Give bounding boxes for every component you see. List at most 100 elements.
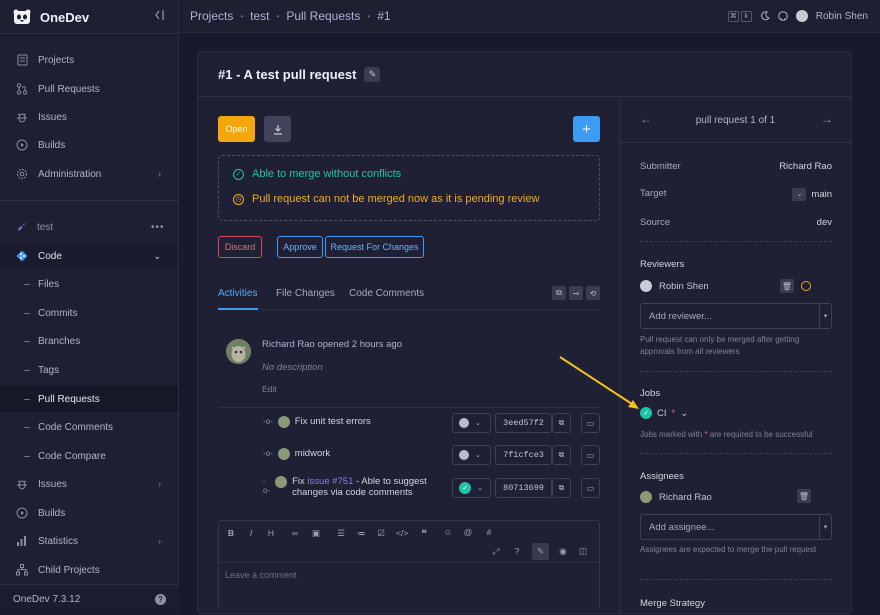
open-status-button[interactable]: Open: [218, 116, 255, 142]
sidebar-item-administration[interactable]: Administration ›: [0, 161, 178, 187]
approve-button[interactable]: Approve: [277, 236, 323, 258]
sidebar-item-project-builds[interactable]: Builds: [0, 500, 178, 526]
help-icon[interactable]: ?: [155, 594, 166, 605]
command-palette-shortcut[interactable]: ⌘ k: [727, 10, 752, 22]
breadcrumb-projects[interactable]: Projects: [190, 9, 233, 23]
issue-link[interactable]: issue #751: [307, 476, 353, 487]
edit-description-link[interactable]: Edit: [262, 384, 277, 394]
sidebar-item-label: Projects: [38, 54, 75, 66]
sidebar-item-tags[interactable]: Tags: [0, 357, 178, 383]
comment-input[interactable]: Leave a comment: [225, 570, 297, 580]
user-name[interactable]: Robin Shen: [816, 11, 868, 22]
breadcrumb-pull-requests[interactable]: Pull Requests: [286, 9, 360, 23]
sidebar-item-label: Commits: [38, 307, 78, 319]
italic-icon[interactable]: I: [245, 528, 257, 538]
fullscreen-icon[interactable]: ⤢: [490, 546, 502, 557]
preview-icon[interactable]: ◉: [557, 546, 569, 557]
reference-icon[interactable]: #: [483, 527, 495, 537]
tab-file-changes[interactable]: File Changes: [276, 288, 335, 299]
browse-code-button[interactable]: ▭: [581, 478, 600, 498]
assignee-name[interactable]: Richard Rao: [659, 492, 712, 503]
help-icon[interactable]: ?: [511, 546, 523, 556]
sidebar-item-statistics[interactable]: Statistics ›: [0, 528, 178, 554]
commit-message[interactable]: midwork: [295, 448, 330, 459]
reviewer-name[interactable]: Robin Shen: [659, 281, 709, 292]
sidebar-item-code-compare[interactable]: Code Compare: [0, 443, 178, 469]
bold-icon[interactable]: B: [225, 528, 237, 538]
task-list-icon[interactable]: ☑: [375, 528, 387, 539]
sidebar-item-child-projects[interactable]: Child Projects: [0, 557, 178, 583]
commits-filter-icon[interactable]: ⊸: [569, 286, 583, 300]
sidebar-item-issues[interactable]: Issues: [0, 104, 178, 130]
dash-icon: [24, 369, 30, 371]
tab-code-comments[interactable]: Code Comments: [349, 288, 424, 299]
copy-hash-button[interactable]: ⧉: [552, 445, 571, 465]
commit-message[interactable]: Fix issue #751 - Able to suggest changes…: [292, 476, 453, 498]
commit-hash[interactable]: 3eed57f2: [495, 413, 552, 433]
target-branch[interactable]: main: [811, 189, 832, 200]
merge-warn-line: ◷ Pull request can not be merged now as …: [233, 193, 539, 205]
breadcrumb-project[interactable]: test: [250, 9, 269, 23]
avatar[interactable]: [795, 10, 808, 22]
bullet-list-icon[interactable]: ☰: [335, 528, 347, 539]
edit-mode-icon[interactable]: ✎: [532, 543, 549, 560]
commit-hash[interactable]: 7f1cfce3: [495, 445, 552, 465]
trash-icon[interactable]: 🗑: [780, 279, 794, 293]
quote-icon[interactable]: ❝: [418, 527, 430, 540]
copy-hash-button[interactable]: ⧉: [552, 478, 571, 498]
moon-icon[interactable]: [760, 11, 770, 21]
submitter-value[interactable]: Richard Rao: [779, 161, 832, 172]
add-reviewer-select[interactable]: Add reviewer... ▾: [640, 303, 832, 329]
browse-code-button[interactable]: ▭: [581, 445, 600, 465]
build-status-dropdown[interactable]: ⌄: [452, 413, 491, 433]
heading-icon[interactable]: H: [265, 528, 277, 538]
app-logo[interactable]: OneDev: [13, 9, 89, 25]
image-icon[interactable]: ▣: [310, 528, 322, 539]
edit-title-button[interactable]: ✎: [364, 66, 381, 82]
mention-icon[interactable]: @: [462, 527, 474, 537]
code-icon[interactable]: </>: [396, 528, 408, 538]
sidebar-item-project-issues[interactable]: Issues ›: [0, 471, 178, 497]
discard-button[interactable]: Discard: [218, 236, 262, 258]
folder-icon: ▭: [586, 483, 595, 493]
commit-hash[interactable]: 80713699: [495, 478, 552, 498]
job-item[interactable]: ✓ CI * ⌄: [640, 407, 688, 419]
commit-message[interactable]: Fix unit test errors: [295, 416, 371, 427]
trash-icon[interactable]: 🗑: [797, 489, 811, 503]
add-assignee-select[interactable]: Add assignee... ▾: [640, 514, 832, 540]
sidebar-item-builds[interactable]: Builds: [0, 132, 178, 158]
sidebar-item-code-comments[interactable]: Code Comments: [0, 414, 178, 440]
request-changes-button[interactable]: Request For Changes: [325, 236, 424, 258]
emoji-icon[interactable]: ☺: [442, 527, 454, 537]
branch-dropdown-icon[interactable]: ⌄: [792, 188, 807, 201]
github-icon[interactable]: [777, 11, 788, 21]
comments-filter-icon[interactable]: ⧉: [552, 286, 566, 300]
arrow-left-icon[interactable]: ←: [640, 112, 652, 126]
sidebar-item-code[interactable]: Code ⌄: [0, 243, 178, 269]
sidebar-item-projects[interactable]: Projects: [0, 47, 178, 73]
download-button[interactable]: [264, 116, 291, 142]
link-icon[interactable]: ∞: [289, 528, 301, 538]
ordered-list-icon[interactable]: ≔: [355, 528, 367, 539]
page-title: #1 - A test pull request: [218, 66, 357, 82]
more-icon[interactable]: •••: [151, 222, 165, 233]
build-status-dropdown[interactable]: ✓ ⌄: [452, 478, 491, 498]
history-filter-icon[interactable]: ⟲: [586, 286, 600, 300]
add-button[interactable]: +: [573, 116, 600, 142]
activity-author[interactable]: Richard Rao: [262, 339, 315, 350]
sidebar-item-commits[interactable]: Commits: [0, 300, 178, 326]
sidebar-item-code-pull-requests[interactable]: Pull Requests: [0, 386, 178, 412]
build-status-dropdown[interactable]: ⌄: [452, 445, 491, 465]
copy-hash-button[interactable]: ⧉: [552, 413, 571, 433]
source-branch[interactable]: dev: [817, 217, 832, 228]
breadcrumb-pr[interactable]: #1: [377, 9, 390, 23]
project-header[interactable]: test •••: [16, 222, 164, 233]
split-view-icon[interactable]: ◫: [577, 546, 589, 557]
arrow-right-icon[interactable]: →: [821, 112, 833, 126]
tab-activities[interactable]: Activities: [218, 288, 257, 299]
sidebar-item-pull-requests[interactable]: Pull Requests: [0, 76, 178, 102]
sidebar-item-files[interactable]: Files: [0, 271, 178, 297]
collapse-sidebar-icon[interactable]: [153, 9, 167, 23]
browse-code-button[interactable]: ▭: [581, 413, 600, 433]
sidebar-item-branches[interactable]: Branches: [0, 328, 178, 354]
